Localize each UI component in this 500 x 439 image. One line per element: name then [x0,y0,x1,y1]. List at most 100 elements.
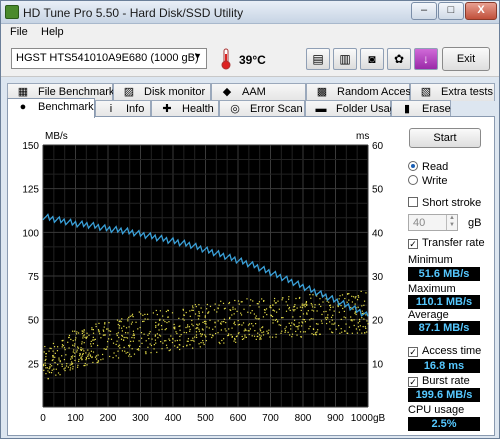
close-button[interactable]: X [465,2,497,20]
access-time-point [165,340,167,342]
access-time-point [340,318,342,320]
access-time-point [223,338,225,340]
access-time-point [198,343,200,345]
access-time-checkbox[interactable]: ✓ Access time [408,345,481,357]
access-time-point [316,310,318,312]
access-time-point [145,340,147,342]
access-time-point [361,310,363,312]
access-time-point [121,327,123,329]
copy-info-button[interactable]: ▤ [306,48,330,70]
access-time-point [118,336,120,339]
access-time-point [311,304,313,306]
access-time-point [311,306,314,308]
access-time-point [333,323,335,325]
access-time-point [129,344,131,346]
short-stroke-spinner[interactable]: 40 ▲ ▼ [408,214,458,231]
burst-rate-checkbox[interactable]: ✓ Burst rate [408,375,470,387]
access-time-point [65,354,67,356]
minimize-button[interactable]: – [411,2,437,20]
title-bar[interactable]: HD Tune Pro 5.50 - Hard Disk/SSD Utility… [1,1,499,24]
start-button[interactable]: Start [409,128,481,148]
tab-benchmark[interactable]: ● Benchmark [7,98,95,118]
access-time-point [300,309,302,312]
access-time-point [85,357,87,359]
access-time-point [350,306,352,309]
access-time-point [143,320,145,322]
access-time-point [366,320,368,322]
access-time-point [332,306,334,308]
access-time-point [240,312,242,314]
access-time-point [49,364,51,366]
access-time-point [202,311,204,313]
access-time-point [80,347,82,349]
screenshot-button[interactable]: ◙ [360,48,384,70]
read-radio[interactable]: Read [408,161,448,173]
access-time-point [102,329,104,331]
error-scan-icon: ◎ [230,103,240,115]
drive-select[interactable]: HGST HTS541010A9E680 (1000 gB) ▼ [11,48,207,69]
access-time-point [308,328,310,330]
tab-extra-tests[interactable]: ▧ Extra tests [410,83,495,101]
access-time-point [45,373,47,375]
access-time-point [319,298,321,300]
spinner-arrows-icon[interactable]: ▲ ▼ [446,215,457,230]
window-title: HD Tune Pro 5.50 - Hard Disk/SSD Utility [23,6,244,20]
access-time-point [81,353,84,355]
access-time-point [172,338,174,340]
access-time-point [141,342,143,344]
access-time-point [52,355,54,357]
access-time-point [74,352,76,354]
access-time-point [244,328,246,330]
access-time-point [106,346,108,348]
access-time-point [305,304,308,306]
access-time-point [278,324,280,326]
tab-random-access[interactable]: ▩ Random Access [306,83,416,101]
access-time-point [77,364,79,366]
access-time-point [80,349,82,351]
access-time-point [265,308,268,310]
access-time-point [76,366,79,368]
access-time-point [132,316,134,318]
access-time-point [197,324,199,326]
save-button[interactable]: ↓ [414,48,438,70]
access-time-point [147,346,149,348]
access-time-point [191,309,193,311]
access-time-point [298,322,300,324]
access-time-point [139,345,141,348]
benchmark-chart: MB/s ms1501251007550256050403020100 100 200… [22,131,385,424]
access-time-point [69,364,71,366]
access-time-point [238,332,240,334]
access-time-point [44,345,46,348]
access-time-point [244,334,246,336]
access-time-point [88,352,90,354]
access-time-point [161,348,163,350]
transfer-rate-checkbox[interactable]: ✓ Transfer rate [408,237,485,249]
access-time-point [341,294,344,296]
access-time-point [208,311,210,313]
short-stroke-checkbox[interactable]: Short stroke [408,197,481,209]
exit-button[interactable]: Exit [442,47,490,71]
copy-text-button[interactable]: ▥ [333,48,357,70]
options-button[interactable]: ✿ [387,48,411,70]
access-time-point [194,336,196,338]
access-time-point [166,321,168,324]
access-time-point [235,341,237,343]
maximize-button[interactable]: □ [438,2,464,20]
tab-disk-monitor[interactable]: ▨ Disk monitor [113,83,211,101]
tab-aam[interactable]: ◆ AAM [211,83,306,101]
access-time-point [218,341,220,344]
access-time-point [71,362,74,365]
folder-usage-icon: ▬ [315,103,327,115]
write-radio[interactable]: Write [408,175,447,187]
access-time-point [281,317,283,319]
menu-file[interactable]: File [10,26,28,38]
access-time-point [273,300,275,302]
access-time-point [109,355,111,358]
access-time-point [327,317,329,319]
access-time-point [70,356,73,358]
access-time-point [192,325,194,327]
menu-help[interactable]: Help [41,26,64,38]
access-time-point [300,336,302,338]
tab-label: AAM [242,86,266,98]
access-time-point [174,328,176,330]
